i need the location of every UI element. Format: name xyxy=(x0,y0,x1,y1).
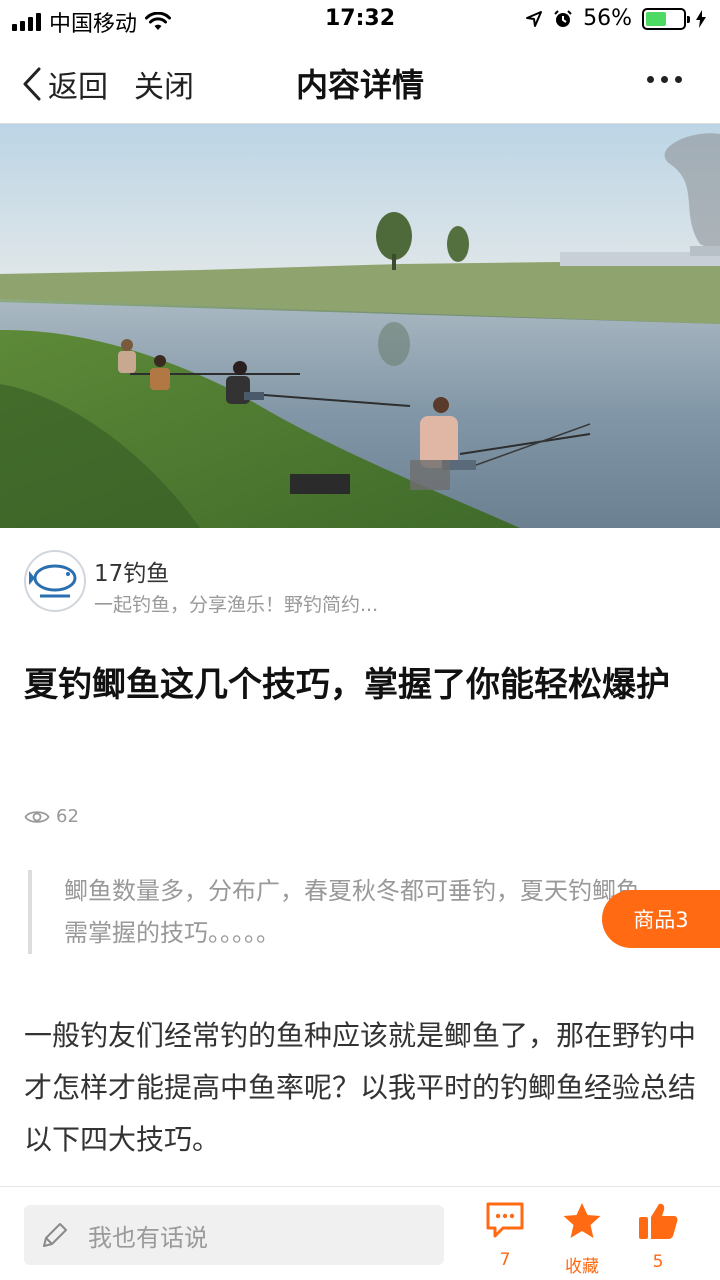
article-summary: 鲫鱼数量多，分布广，春夏秋冬都可垂钓，夏天钓鲫鱼，需掌握的技巧。。。。。 xyxy=(28,870,678,954)
author-description: 一起钓鱼，分享渔乐！野钓简约... xyxy=(94,594,379,616)
comment-count: 7 xyxy=(499,1250,511,1270)
fishing-scene xyxy=(0,124,720,528)
back-label: 返回 xyxy=(48,70,108,105)
location-icon xyxy=(526,10,543,27)
charging-icon xyxy=(696,9,706,28)
nav-bar: 返回 关闭 内容详情 xyxy=(0,40,720,124)
goods-button[interactable]: 商品3 xyxy=(602,890,720,948)
favorite-label: 收藏 xyxy=(565,1257,599,1277)
chevron-left-icon xyxy=(23,67,41,101)
thumbs-up-icon xyxy=(639,1203,678,1239)
fish-logo-icon xyxy=(29,564,77,598)
article-title: 夏钓鲫鱼这几个技巧，掌握了你能轻松爆护 xyxy=(24,665,670,705)
battery-percent: 56% xyxy=(583,6,632,31)
author-row[interactable]: 17钓鱼 一起钓鱼，分享渔乐！野钓简约... xyxy=(24,550,694,616)
like-button[interactable]: 5 xyxy=(623,1201,693,1272)
status-bar: 中国移动 17:32 56% xyxy=(0,0,720,40)
author-name[interactable]: 17钓鱼 xyxy=(94,554,169,588)
favorite-button[interactable]: 收藏 xyxy=(547,1201,617,1277)
battery-icon xyxy=(642,7,690,30)
avatar[interactable] xyxy=(24,550,86,612)
alarm-icon xyxy=(554,9,572,27)
eye-icon xyxy=(24,810,50,823)
article-body: 一般钓友们经常钓的鱼种应该就是鲫鱼了，那在野钓中才怎样才能提高中鱼率呢？以我平时… xyxy=(24,1019,697,1156)
comment-input[interactable]: 我也有话说 xyxy=(24,1205,444,1265)
view-count: 62 xyxy=(24,806,79,827)
comment-placeholder: 我也有话说 xyxy=(88,1223,208,1252)
star-icon xyxy=(563,1203,601,1238)
battery-fill xyxy=(646,11,667,26)
back-button[interactable]: 返回 xyxy=(22,62,108,106)
comment-button[interactable]: 7 xyxy=(470,1201,540,1270)
more-icon[interactable] xyxy=(647,76,682,83)
close-button[interactable]: 关闭 xyxy=(134,62,194,106)
bottom-bar: 我也有话说 7 收藏 5 xyxy=(0,1186,720,1280)
view-count-value: 62 xyxy=(56,806,79,827)
like-count: 5 xyxy=(652,1252,664,1272)
comment-icon xyxy=(486,1202,524,1238)
page-title: 内容详情 xyxy=(295,66,424,104)
status-right: 56% xyxy=(525,6,706,31)
hero-image xyxy=(0,124,720,528)
pencil-icon xyxy=(43,1223,67,1247)
